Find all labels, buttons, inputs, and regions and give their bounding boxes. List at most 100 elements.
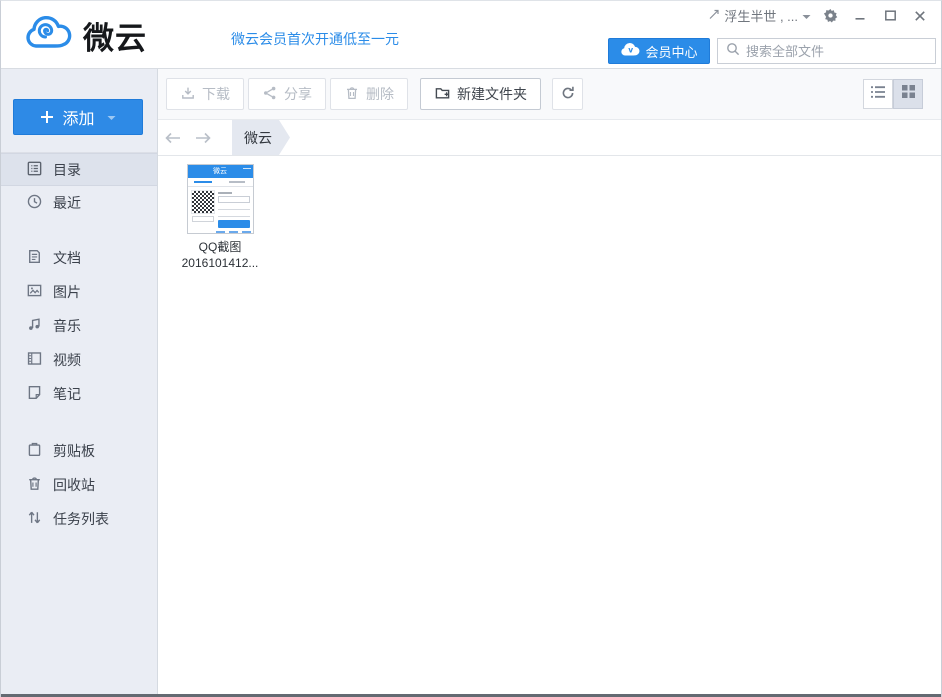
app-logo-text: 微云: [83, 21, 147, 56]
file-name-line2: 2016101412...: [181, 256, 259, 270]
sidebar-group-tools: 剪贴板 回收站 任务列表: [1, 434, 157, 536]
main-content: 下载 分享 删除 新建文件夹 微云 微云 QQ截图 2016101412...: [158, 69, 941, 694]
pen-badge-icon: [708, 8, 720, 23]
thumb-login-button: [217, 220, 250, 228]
username-text: 浮生半世 , ...: [724, 9, 798, 24]
promo-banner-link[interactable]: 微云会员首次开通低至一元: [231, 29, 399, 49]
refresh-button[interactable]: [552, 78, 583, 110]
sidebar-group-main: 目录 最近: [1, 153, 157, 219]
sidebar-item-label: 目录: [53, 161, 81, 178]
sidebar-item-label: 任务列表: [53, 511, 109, 527]
sidebar-item-label: 视频: [53, 352, 81, 368]
sidebar-item-task-list[interactable]: 任务列表: [1, 502, 157, 536]
maximize-button[interactable]: [879, 7, 901, 25]
member-center-label: 会员中心: [645, 44, 698, 60]
titlebar-controls: 浮生半世 , ...: [708, 6, 931, 25]
thumb-account-select: [217, 196, 250, 203]
thumb-footer-links: [215, 231, 252, 233]
list-view-icon: [870, 85, 886, 104]
task-list-icon: [26, 509, 43, 529]
new-folder-label: 新建文件夹: [457, 86, 527, 102]
thumb-login-titlebar: 微云: [187, 165, 253, 178]
back-button[interactable]: [158, 120, 188, 155]
sidebar-item-label: 音乐: [53, 318, 81, 334]
search-icon: [726, 42, 740, 61]
sidebar-item-label: 剪贴板: [53, 443, 95, 459]
sidebar-item-label: 图片: [53, 284, 81, 300]
sidebar-item-directory[interactable]: 目录: [1, 153, 157, 186]
thumb-qr-caption: [191, 216, 214, 222]
sidebar-item-label: 文档: [53, 250, 81, 266]
file-name-line1: QQ截图: [198, 240, 242, 254]
clipboard-icon: [26, 441, 43, 461]
minimize-button[interactable]: [849, 7, 871, 25]
add-button[interactable]: 添加: [13, 99, 143, 135]
refresh-icon: [560, 85, 576, 104]
sidebar-item-recycle-bin[interactable]: 回收站: [1, 468, 157, 502]
thumb-qr-code: [190, 190, 215, 214]
file-name: QQ截图 2016101412...: [172, 239, 268, 271]
weiyun-cloud-logo-icon: [23, 13, 75, 58]
breadcrumb-bar: 微云: [158, 120, 941, 156]
file-item[interactable]: 微云 QQ截图 2016101412...: [172, 164, 268, 271]
cloud-v-icon: v: [620, 42, 641, 60]
app-header: 微云 微云会员首次开通低至一元 浮生半世 , ... v 会员中心 搜索全部文件: [1, 1, 941, 69]
sidebar-item-music[interactable]: 音乐: [1, 309, 157, 343]
file-thumbnail: 微云: [186, 164, 254, 234]
sidebar-item-label: 最近: [53, 194, 81, 211]
video-icon: [26, 350, 43, 370]
share-button[interactable]: 分享: [248, 78, 326, 110]
thumb-input-field: [217, 212, 250, 217]
sidebar-item-label: 回收站: [53, 477, 95, 493]
close-button[interactable]: [909, 7, 931, 25]
sidebar-item-clipboard[interactable]: 剪贴板: [1, 434, 157, 468]
music-icon: [26, 316, 43, 336]
document-icon: [26, 248, 43, 268]
download-label: 下载: [202, 86, 230, 102]
delete-button[interactable]: 删除: [330, 78, 408, 110]
note-icon: [26, 384, 43, 404]
clock-icon: [26, 193, 43, 213]
sidebar-item-label: 笔记: [53, 386, 81, 402]
sidebar-item-notes[interactable]: 笔记: [1, 377, 157, 411]
grid-view-icon: [901, 84, 916, 104]
member-center-button[interactable]: v 会员中心: [608, 38, 710, 64]
sidebar-item-videos[interactable]: 视频: [1, 343, 157, 377]
grid-view-button[interactable]: [893, 79, 923, 109]
search-input[interactable]: [746, 43, 927, 59]
list-view-button[interactable]: [863, 79, 893, 109]
new-folder-icon: [434, 85, 451, 104]
global-search-box[interactable]: [717, 38, 936, 64]
share-icon: [262, 85, 278, 104]
trash-icon: [26, 475, 43, 495]
caret-down-icon: [107, 108, 116, 126]
sidebar: 添加 目录 最近 文档 图片 音乐 视频 笔记 剪贴板 回收站 任务列表: [1, 69, 158, 695]
thumb-input-field: [217, 205, 250, 210]
delete-trash-icon: [344, 85, 360, 104]
image-icon: [26, 282, 43, 302]
weiyun-window: 微云 微云会员首次开通低至一元 浮生半世 , ... v 会员中心 搜索全部文件…: [0, 0, 942, 697]
sidebar-item-pictures[interactable]: 图片: [1, 275, 157, 309]
download-icon: [180, 85, 196, 104]
share-label: 分享: [284, 86, 312, 102]
toolbar: 下载 分享 删除 新建文件夹: [158, 69, 941, 120]
svg-text:v: v: [629, 45, 634, 54]
settings-gear-icon[interactable]: [819, 7, 841, 25]
sidebar-item-recent[interactable]: 最近: [1, 186, 157, 219]
app-logo: 微云: [23, 13, 147, 58]
download-button[interactable]: 下载: [166, 78, 244, 110]
caret-down-icon: [802, 8, 811, 23]
thumb-login-tabs: [187, 178, 253, 187]
view-toggle: [863, 79, 923, 109]
forward-button[interactable]: [188, 120, 218, 155]
new-folder-button[interactable]: 新建文件夹: [420, 78, 541, 110]
sidebar-item-documents[interactable]: 文档: [1, 241, 157, 275]
delete-label: 删除: [366, 86, 394, 102]
breadcrumb-root[interactable]: 微云: [232, 120, 290, 155]
sidebar-group-categories: 文档 图片 音乐 视频 笔记: [1, 241, 157, 411]
thumb-form-label: [217, 192, 232, 194]
add-button-label: 添加: [62, 111, 95, 128]
directory-icon: [26, 160, 43, 180]
user-account-menu[interactable]: 浮生半世 , ...: [708, 6, 811, 25]
file-grid: 微云 QQ截图 2016101412...: [158, 156, 941, 694]
